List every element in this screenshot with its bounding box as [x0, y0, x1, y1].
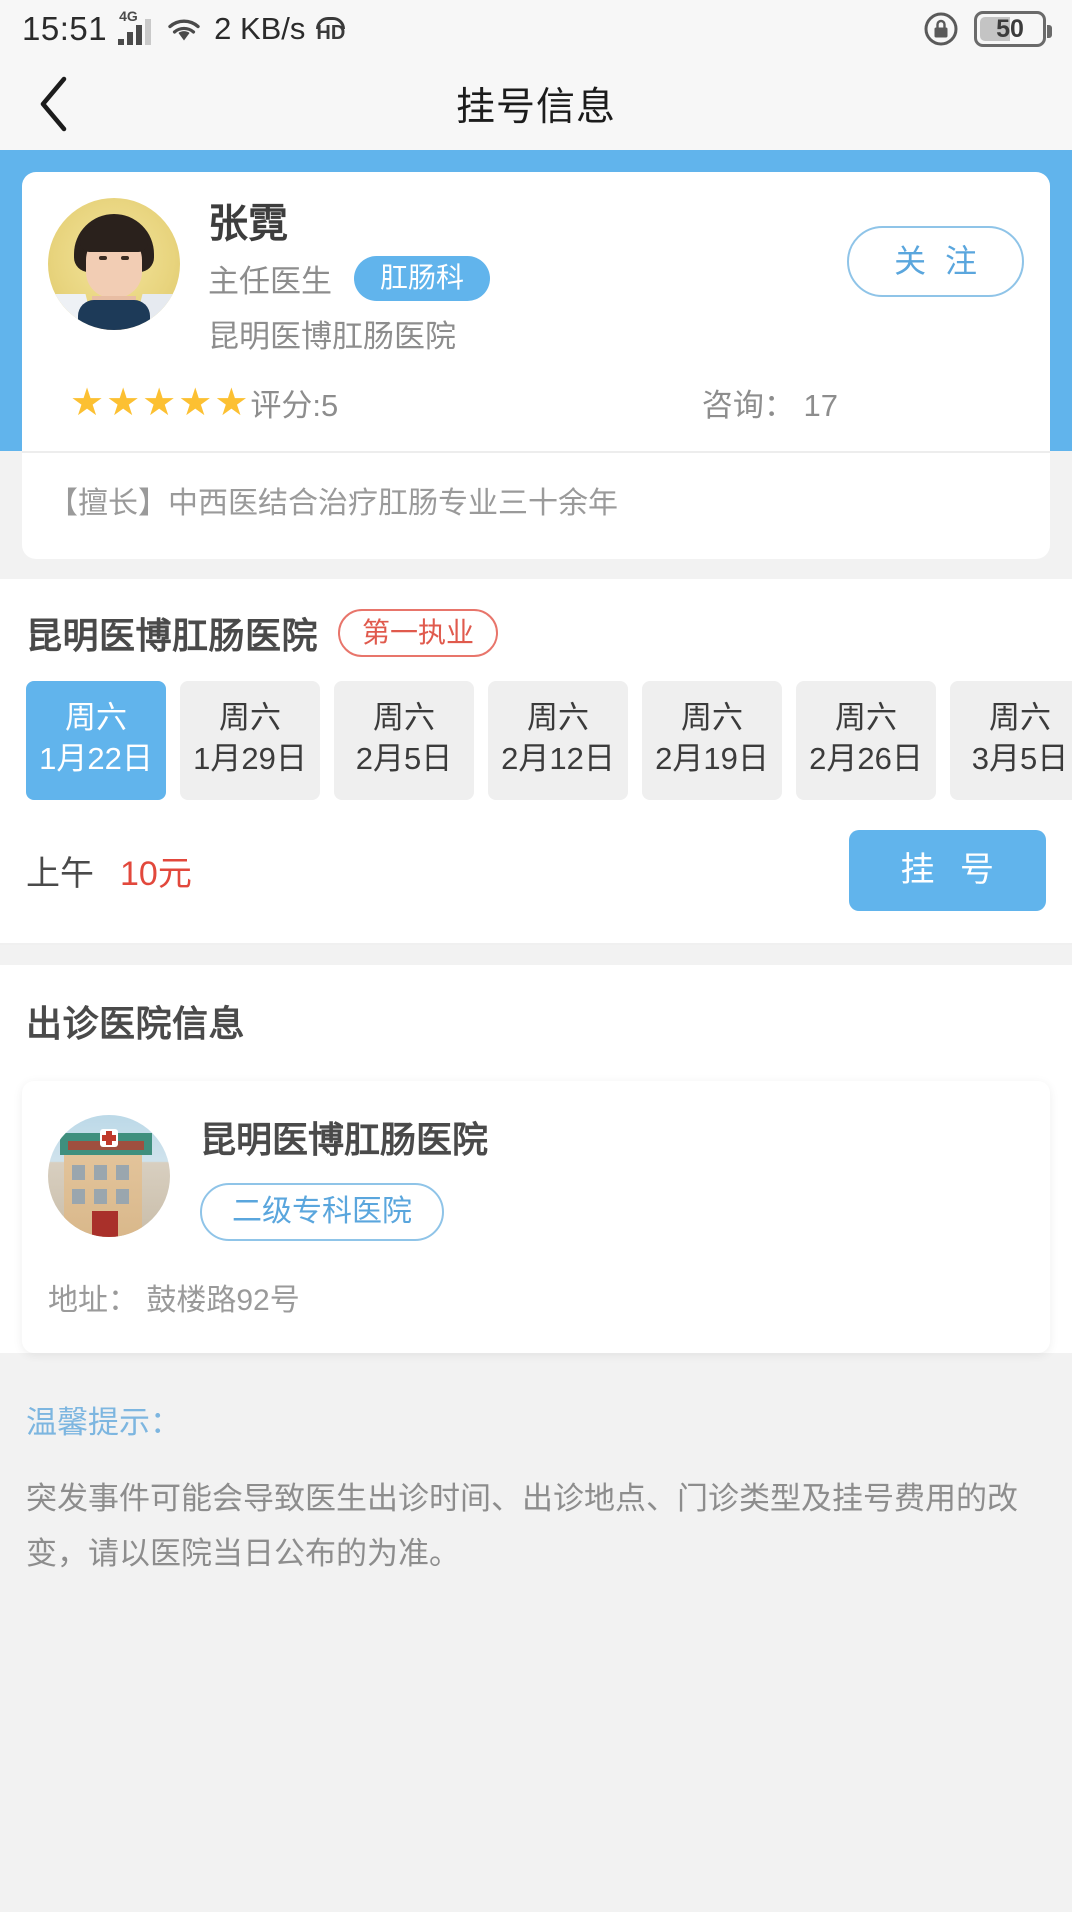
- hospital-info-title: 出诊医院信息: [26, 1002, 246, 1044]
- hospital-info-section: 出诊医院信息 昆明医博肛肠医院 二级专科医院 地址： 鼓楼路92号: [0, 964, 1072, 1354]
- department-badge: 肛肠科: [354, 256, 491, 301]
- star-icon: ★: [70, 381, 105, 424]
- slot-period: 上午: [26, 854, 94, 893]
- hospital-meta: 昆明医博肛肠医院 二级专科医院: [200, 1111, 488, 1242]
- doctor-hospital: 昆明医博肛肠医院: [208, 319, 456, 354]
- date-tab-date: 2月26日: [809, 740, 923, 776]
- date-tab-strip[interactable]: 周六 1月22日 周六 1月29日 周六 2月5日 周六 2月12日 周六 2月…: [0, 681, 1072, 800]
- tips-body: 突发事件可能会导致医生出诊时间、出诊地点、门诊类型及挂号费用的改变，请以医院当日…: [26, 1481, 1018, 1571]
- hospital-card[interactable]: 昆明医博肛肠医院 二级专科医院 地址： 鼓楼路92号: [22, 1080, 1050, 1354]
- rotation-lock-icon: [922, 10, 960, 48]
- status-bar: 15:51 4G 2 KB/s HD 50: [0, 0, 1072, 58]
- date-tab[interactable]: 周六 2月26日: [796, 681, 936, 800]
- schedule-slot-row: 上午 10元 挂 号: [0, 800, 1072, 945]
- clock: 15:51: [22, 10, 108, 47]
- date-tab[interactable]: 周六 2月12日: [488, 681, 628, 800]
- nav-bar: 挂号信息: [0, 58, 1072, 150]
- doctor-info: 张霓 主任医生 肛肠科 昆明医博肛肠医院: [208, 198, 847, 356]
- date-tab-date: 2月5日: [355, 740, 453, 776]
- date-tab-date: 1月29日: [193, 740, 307, 776]
- schedule-section: 昆明医博肛肠医院 第一执业 周六 1月22日 周六 1月29日 周六 2月5日 …: [0, 579, 1072, 945]
- tips-title: 温馨提示：: [26, 1405, 181, 1441]
- date-tab-date: 1月22日: [39, 740, 153, 776]
- schedule-hospital-name: 昆明医博肛肠医院: [26, 615, 319, 656]
- date-tab-date: 3月5日: [971, 740, 1069, 776]
- hospital-address: 地址： 鼓楼路92号: [48, 1284, 300, 1318]
- slot-price: 10元: [120, 854, 192, 893]
- star-icon: ★: [142, 381, 177, 424]
- register-button[interactable]: 挂 号: [848, 829, 1046, 911]
- follow-button[interactable]: 关 注: [847, 226, 1024, 298]
- date-tab[interactable]: 周六 1月29日: [180, 681, 320, 800]
- hd-voice-icon: HD: [316, 16, 345, 43]
- hospital-photo: [48, 1115, 170, 1238]
- doctor-role: 主任医生: [208, 264, 332, 299]
- status-bar-right: 50: [922, 10, 1052, 48]
- date-tab-weekday: 周六: [835, 700, 897, 735]
- battery-level: 50: [996, 14, 1024, 43]
- date-tab[interactable]: 周六 2月5日: [334, 681, 474, 800]
- date-tab-date: 2月19日: [655, 740, 769, 776]
- date-tab-weekday: 周六: [989, 700, 1051, 735]
- primary-practice-badge: 第一执业: [338, 608, 499, 658]
- signal-4g-label: 4G: [119, 8, 138, 24]
- doctor-banner: 张霓 主任医生 肛肠科 昆明医博肛肠医院 关 注 ★ ★ ★ ★ ★ 评分:5 …: [0, 150, 1072, 451]
- hospital-level-badge: 二级专科医院: [200, 1182, 444, 1242]
- doctor-card[interactable]: 张霓 主任医生 肛肠科 昆明医博肛肠医院 关 注 ★ ★ ★ ★ ★ 评分:5 …: [22, 172, 1050, 451]
- consult-count: 咨询： 17: [701, 388, 838, 423]
- doctor-avatar: [48, 198, 180, 330]
- date-tab-date: 2月12日: [501, 740, 615, 776]
- date-tab[interactable]: 周六 2月19日: [642, 681, 782, 800]
- schedule-header: 昆明医博肛肠医院 第一执业: [0, 607, 1072, 681]
- star-icon: ★: [214, 381, 249, 424]
- date-tab[interactable]: 周六 3月5日: [950, 681, 1072, 800]
- page-title: 挂号信息: [455, 86, 616, 129]
- hospital-card-header: 昆明医博肛肠医院 二级专科医院: [48, 1111, 1024, 1242]
- star-icon: ★: [178, 381, 213, 424]
- doctor-name: 张霓: [208, 202, 288, 246]
- doctor-skill-text: 【擅长】中西医结合治疗肛肠专业三十余年: [48, 487, 618, 520]
- doctor-rating-row: ★ ★ ★ ★ ★ 评分:5 咨询： 17: [48, 356, 1024, 451]
- date-tab-weekday: 周六: [65, 700, 127, 735]
- tips-section: 温馨提示： 突发事件可能会导致医生出诊时间、出诊地点、门诊类型及挂号费用的改变，…: [0, 1353, 1072, 1581]
- wifi-icon: [165, 14, 203, 44]
- date-tab-weekday: 周六: [681, 700, 743, 735]
- date-tab-weekday: 周六: [373, 700, 435, 735]
- date-tab-weekday: 周六: [219, 700, 281, 735]
- doctor-skill-section: 【擅长】中西医结合治疗肛肠专业三十余年: [22, 451, 1050, 559]
- date-tab[interactable]: 周六 1月22日: [26, 681, 166, 800]
- battery-icon: 50: [974, 11, 1052, 47]
- doctor-card-header: 张霓 主任医生 肛肠科 昆明医博肛肠医院 关 注: [48, 198, 1024, 356]
- signal-4g-icon: 4G: [118, 9, 154, 45]
- star-icon: ★: [106, 381, 141, 424]
- date-tab-weekday: 周六: [527, 700, 589, 735]
- doctor-role-row: 主任医生 肛肠科: [208, 256, 847, 301]
- rating-stars: ★ ★ ★ ★ ★: [70, 384, 248, 422]
- hospital-name: 昆明医博肛肠医院: [200, 1118, 489, 1160]
- rating-score: 评分:5: [250, 388, 339, 423]
- network-speed: 2 KB/s: [214, 11, 306, 46]
- status-bar-left: 15:51 4G 2 KB/s HD: [22, 9, 345, 48]
